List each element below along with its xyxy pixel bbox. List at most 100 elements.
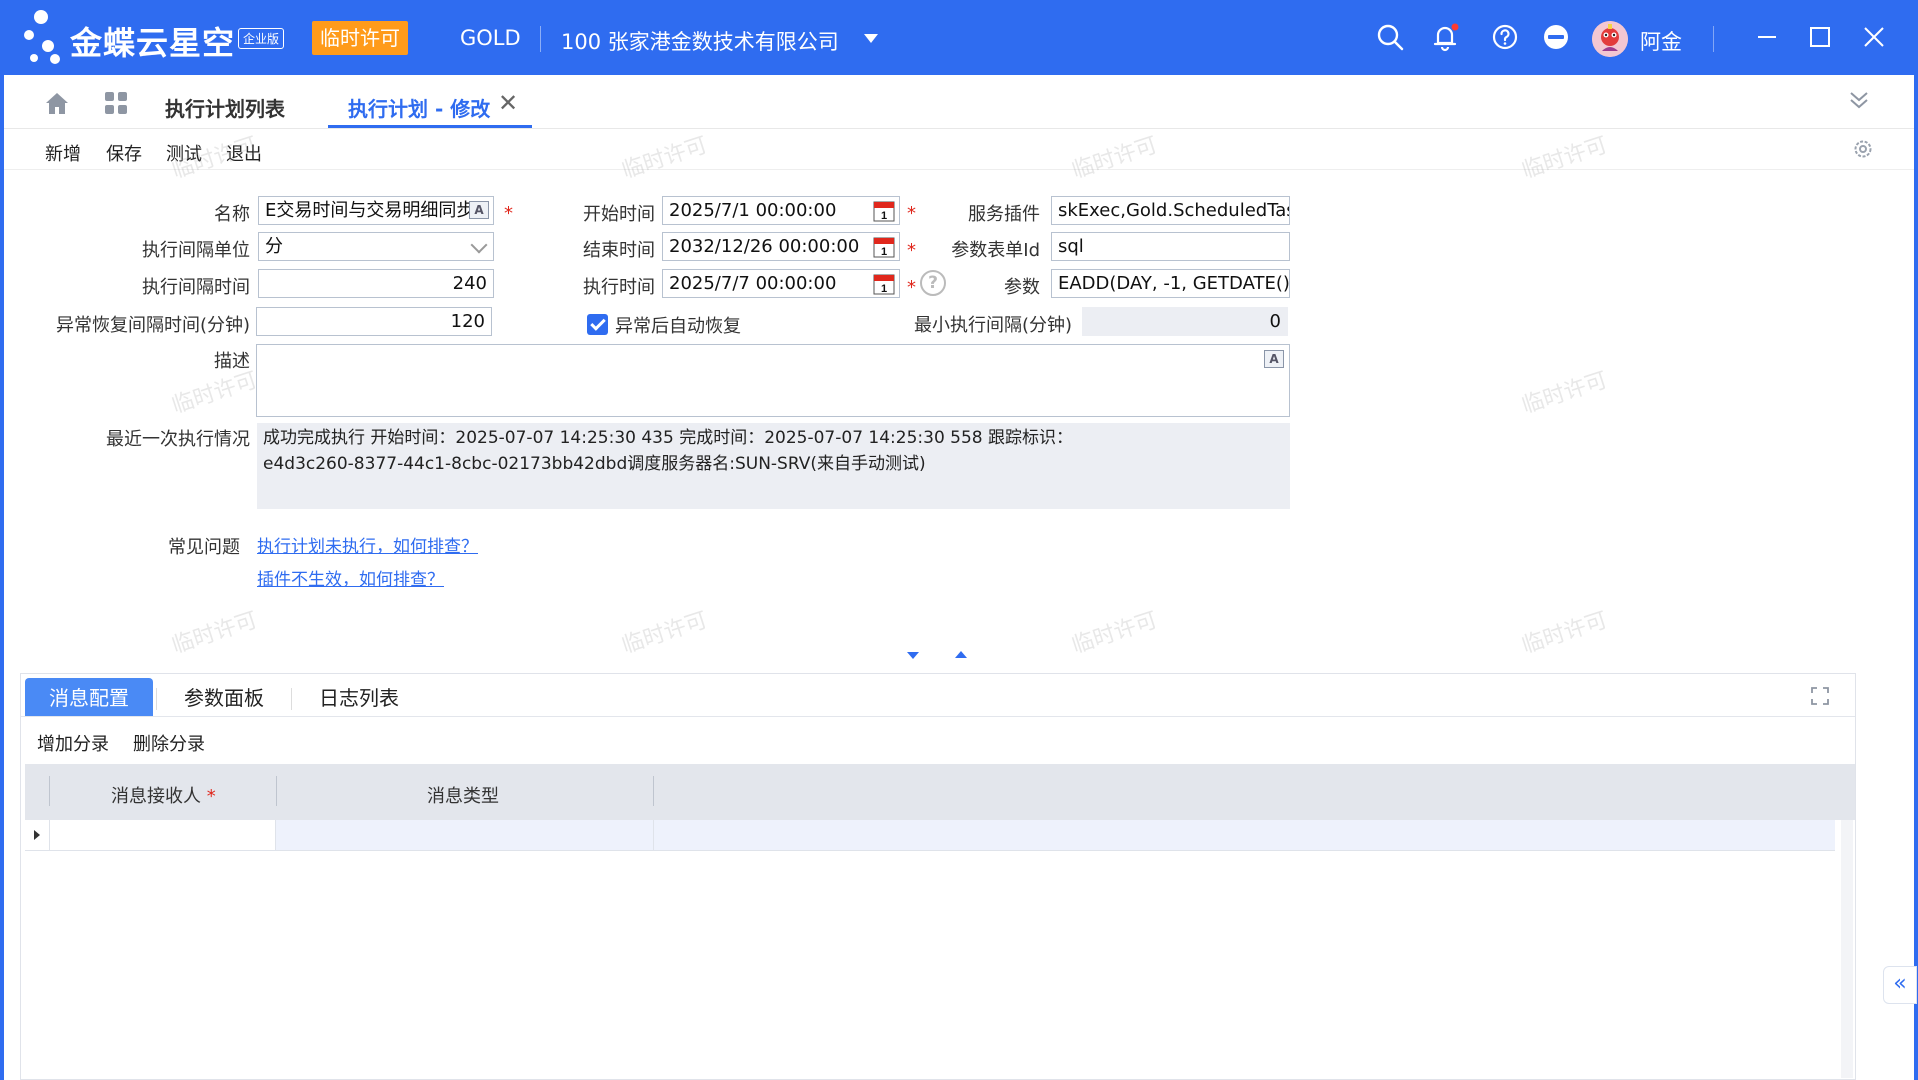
min-interval-label: 最小执行间隔(分钟) — [913, 315, 1072, 336]
avatar[interactable] — [1592, 21, 1628, 57]
tab-label: 执行计划 - 修改 — [348, 97, 491, 121]
retry-value: 120 — [450, 311, 485, 332]
table-row[interactable] — [25, 820, 1835, 851]
interval-label: 执行间隔时间 — [142, 277, 250, 298]
splitter-up-icon[interactable] — [955, 651, 967, 658]
end-time-field[interactable]: 2032/12/26 00:00:00 1 — [662, 232, 900, 261]
faq-link-not-executed[interactable]: 执行计划未执行，如何排查？ — [257, 532, 478, 557]
end-time-value: 2032/12/26 00:00:00 — [669, 236, 860, 257]
min-interval-field: 0 — [1082, 307, 1288, 336]
expand-icon[interactable] — [1810, 686, 1830, 706]
name-value: E交易时间与交易明细同步 — [265, 200, 475, 221]
exec-time-value: 2025/7/7 00:00:00 — [669, 273, 837, 294]
divider — [653, 820, 654, 850]
multilang-icon[interactable]: A — [1264, 350, 1284, 368]
faq-link-plugin[interactable]: 插件不生效，如何排查？ — [257, 565, 444, 590]
minus-circle-icon[interactable] — [1541, 22, 1571, 52]
organization-selector[interactable]: 100 张家港金数技术有限公司 — [561, 26, 839, 56]
database-name[interactable]: GOLD — [460, 26, 521, 50]
tab-close-icon[interactable]: ✕ — [498, 89, 518, 117]
interval-unit-value: 分 — [265, 236, 283, 257]
start-time-field[interactable]: 2025/7/1 00:00:00 1 — [662, 196, 900, 225]
exec-time-field[interactable]: 2025/7/7 00:00:00 1 — [662, 269, 900, 298]
calendar-icon[interactable]: 1 — [873, 236, 895, 258]
param-form-field[interactable]: sql — [1051, 232, 1290, 261]
license-badge[interactable]: 临时许可 — [312, 21, 408, 55]
add-entry-button[interactable]: 增加分录 — [37, 730, 109, 756]
tab-param-panel[interactable]: 参数面板 — [184, 678, 264, 716]
interval-unit-label: 执行间隔单位 — [142, 240, 250, 261]
minimize-icon[interactable] — [1752, 22, 1782, 52]
name-field[interactable]: E交易时间与交易明细同步 A — [258, 196, 494, 225]
delete-entry-button[interactable]: 删除分录 — [133, 730, 205, 756]
settings-icon[interactable] — [1852, 138, 1874, 160]
tab-bar: 执行计划列表 执行计划 - 修改 ✕ — [4, 75, 1914, 129]
min-interval-value: 0 — [1269, 311, 1281, 332]
tab-log-list[interactable]: 日志列表 — [319, 678, 399, 716]
collapse-down-icon[interactable] — [1848, 89, 1870, 111]
help-icon[interactable] — [1490, 22, 1520, 52]
receiver-cell[interactable] — [50, 820, 276, 850]
top-bar: 金蝶云星空 企业版 临时许可 GOLD 100 张家港金数技术有限公司 阿金 — [0, 0, 1918, 75]
multilang-icon[interactable]: A — [469, 201, 489, 219]
retry-label: 异常恢复间隔时间(分钟) — [55, 315, 250, 336]
description-label: 描述 — [214, 351, 250, 372]
calendar-icon[interactable]: 1 — [873, 273, 895, 295]
col-type[interactable]: 消息类型 — [427, 782, 499, 808]
bottom-panel: 消息配置 参数面板 日志列表 增加分录 删除分录 消息接收人 * 消息类型 — [20, 673, 1856, 1080]
interval-unit-select[interactable]: 分 — [258, 232, 494, 261]
col-receiver[interactable]: 消息接收人 * — [111, 782, 216, 808]
chevron-down-icon[interactable] — [470, 236, 488, 254]
param-field[interactable]: EADD(DAY, -1, GETDATE()); — [1051, 269, 1290, 298]
calendar-icon[interactable]: 1 — [873, 200, 895, 222]
scrollbar[interactable] — [1841, 820, 1853, 1078]
divider — [21, 716, 1855, 717]
name-label: 名称 — [214, 204, 250, 225]
param-form-value: sql — [1058, 236, 1084, 257]
search-icon[interactable] — [1375, 22, 1405, 52]
divider — [653, 776, 654, 806]
plugin-label: 服务插件 — [968, 204, 1040, 225]
new-button[interactable]: 新增 — [45, 140, 81, 166]
exit-button[interactable]: 退出 — [226, 140, 262, 166]
bell-icon[interactable] — [1430, 22, 1460, 52]
tab-plan-edit[interactable]: 执行计划 - 修改 ✕ — [328, 75, 532, 128]
plugin-value: skExec,Gold.ScheduledTask — [1058, 200, 1290, 221]
maximize-icon[interactable] — [1805, 22, 1835, 52]
tab-message-config[interactable]: 消息配置 — [25, 678, 153, 716]
param-form-label: 参数表单Id — [951, 240, 1040, 261]
param-value: EADD(DAY, -1, GETDATE()); — [1058, 273, 1290, 294]
required-mark: * — [907, 277, 916, 298]
col-receiver-label: 消息接收人 — [111, 786, 201, 807]
tab-plan-list[interactable]: 执行计划列表 — [165, 93, 285, 122]
interval-field[interactable]: 240 — [258, 269, 494, 298]
home-icon[interactable] — [44, 91, 70, 115]
chevron-down-icon[interactable] — [864, 34, 878, 43]
window-border-left — [0, 75, 4, 1080]
last-exec-status: 成功完成执行 开始时间：2025-07-07 14:25:30 435 完成时间… — [257, 423, 1290, 509]
apps-grid-icon[interactable] — [104, 91, 128, 115]
side-collapse-icon[interactable]: « — [1883, 966, 1917, 1004]
retry-field[interactable]: 120 — [256, 307, 492, 336]
auto-recover-label[interactable]: 异常后自动恢复 — [615, 312, 741, 338]
start-time-value: 2025/7/1 00:00:00 — [669, 200, 837, 221]
required-mark: * — [907, 240, 916, 261]
last-exec-label: 最近一次执行情况 — [106, 429, 250, 450]
param-label: 参数 — [1004, 277, 1040, 298]
plugin-field[interactable]: skExec,Gold.ScheduledTask — [1051, 196, 1290, 225]
test-button[interactable]: 测试 — [166, 140, 202, 166]
last-exec-line: e4d3c260-8377-44c1-8cbc-02173bb42dbd调度服务… — [263, 454, 926, 474]
required-mark: * — [504, 203, 513, 224]
splitter-down-icon[interactable] — [907, 652, 919, 659]
user-name[interactable]: 阿金 — [1640, 26, 1682, 56]
description-field[interactable]: A — [256, 344, 1290, 417]
required-mark: * — [206, 786, 216, 807]
save-button[interactable]: 保存 — [106, 140, 142, 166]
edition-badge: 企业版 — [238, 28, 285, 49]
logo-text: 金蝶云星空 — [70, 24, 236, 62]
end-time-label: 结束时间 — [583, 240, 655, 261]
auto-recover-checkbox[interactable] — [587, 314, 608, 335]
watermark: 临时许可 — [1519, 367, 1611, 419]
faq-label: 常见问题 — [168, 537, 240, 558]
close-icon[interactable] — [1859, 22, 1889, 52]
